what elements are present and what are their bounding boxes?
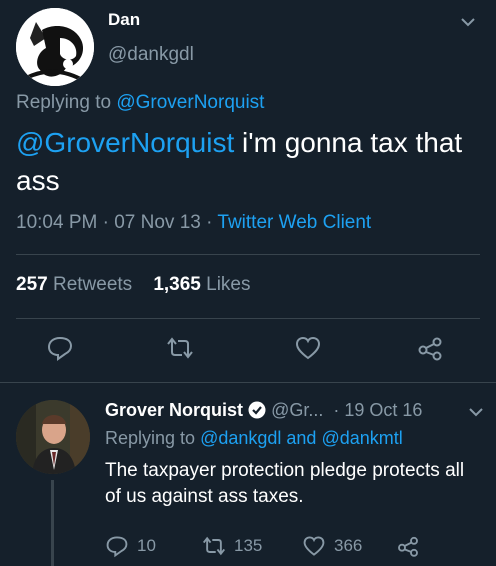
author-handle[interactable]: @dankgdl: [108, 44, 194, 66]
chevron-down-icon[interactable]: [466, 402, 486, 422]
verified-badge-icon: [248, 401, 266, 419]
replying-to-line: Replying to @GroverNorquist: [16, 92, 264, 114]
share-icon: [418, 337, 442, 361]
reply-text: The taxpayer protection pledge protects …: [105, 460, 465, 507]
horse-avatar-icon: [16, 8, 94, 86]
tweet-text: @GroverNorquist i'm gonna tax that ass: [16, 124, 476, 200]
replying-and: and: [281, 428, 322, 448]
person-avatar-icon: [16, 400, 90, 474]
author-avatar[interactable]: [16, 8, 94, 86]
reply-icon: [106, 536, 128, 558]
reply-button[interactable]: [46, 334, 78, 366]
meta-separator: ·: [328, 400, 340, 420]
tweet-date: 07 Nov 13: [114, 212, 201, 233]
tweet-stats: 257 Retweets 1,365 Likes: [16, 274, 251, 296]
meta-separator: ·: [102, 212, 109, 233]
reply-author-handle[interactable]: @Gr...: [271, 400, 323, 420]
retweet-icon: [167, 337, 193, 359]
chevron-down-icon[interactable]: [458, 12, 478, 32]
likes-stat[interactable]: 1,365 Likes: [153, 274, 250, 295]
retweets-stat[interactable]: 257 Retweets: [16, 274, 132, 295]
reply-action-share[interactable]: [396, 534, 428, 558]
reply-count: 10: [137, 536, 156, 555]
reply-action-retweet[interactable]: 135: [202, 534, 262, 558]
replying-to-link[interactable]: @dankgdl: [200, 428, 281, 448]
heart-icon: [295, 336, 321, 360]
retweet-button[interactable]: [166, 334, 198, 366]
reply-replying-to-line: Replying to @dankgdl and @dankmtl: [105, 428, 403, 449]
divider: [16, 254, 480, 255]
reply-icon: [47, 336, 73, 361]
reply-author-avatar[interactable]: [16, 400, 90, 474]
mention-link[interactable]: @GroverNorquist: [16, 127, 234, 158]
replying-to-link[interactable]: @dankmtl: [321, 428, 402, 448]
author-name[interactable]: Dan: [108, 10, 140, 30]
like-button[interactable]: [294, 334, 326, 366]
reply-action-reply[interactable]: 10: [105, 534, 156, 558]
share-icon: [398, 536, 418, 557]
reply-action-like[interactable]: 366: [302, 534, 362, 558]
tweet-source[interactable]: Twitter Web Client: [217, 212, 371, 233]
retweet-count: 135: [234, 536, 263, 555]
tweet-time: 10:04 PM: [16, 212, 98, 233]
meta-separator: ·: [206, 212, 213, 233]
divider: [0, 382, 496, 383]
reply-header: Grover Norquist @Gr... · 19 Oct 16: [105, 400, 422, 421]
heart-icon: [303, 536, 325, 556]
replying-prefix: Replying to: [105, 428, 201, 448]
tweet-meta: 10:04 PM · 07 Nov 13 · Twitter Web Clien…: [16, 212, 371, 234]
divider: [16, 318, 480, 319]
thread-line: [51, 480, 54, 566]
replying-to-link[interactable]: @GroverNorquist: [116, 92, 264, 113]
share-button[interactable]: [416, 334, 448, 366]
reply-author-name[interactable]: Grover Norquist: [105, 400, 243, 420]
replying-prefix: Replying to: [16, 92, 117, 113]
reply-date: 19 Oct 16: [344, 400, 423, 420]
retweet-icon: [202, 536, 226, 556]
like-count: 366: [334, 536, 363, 555]
